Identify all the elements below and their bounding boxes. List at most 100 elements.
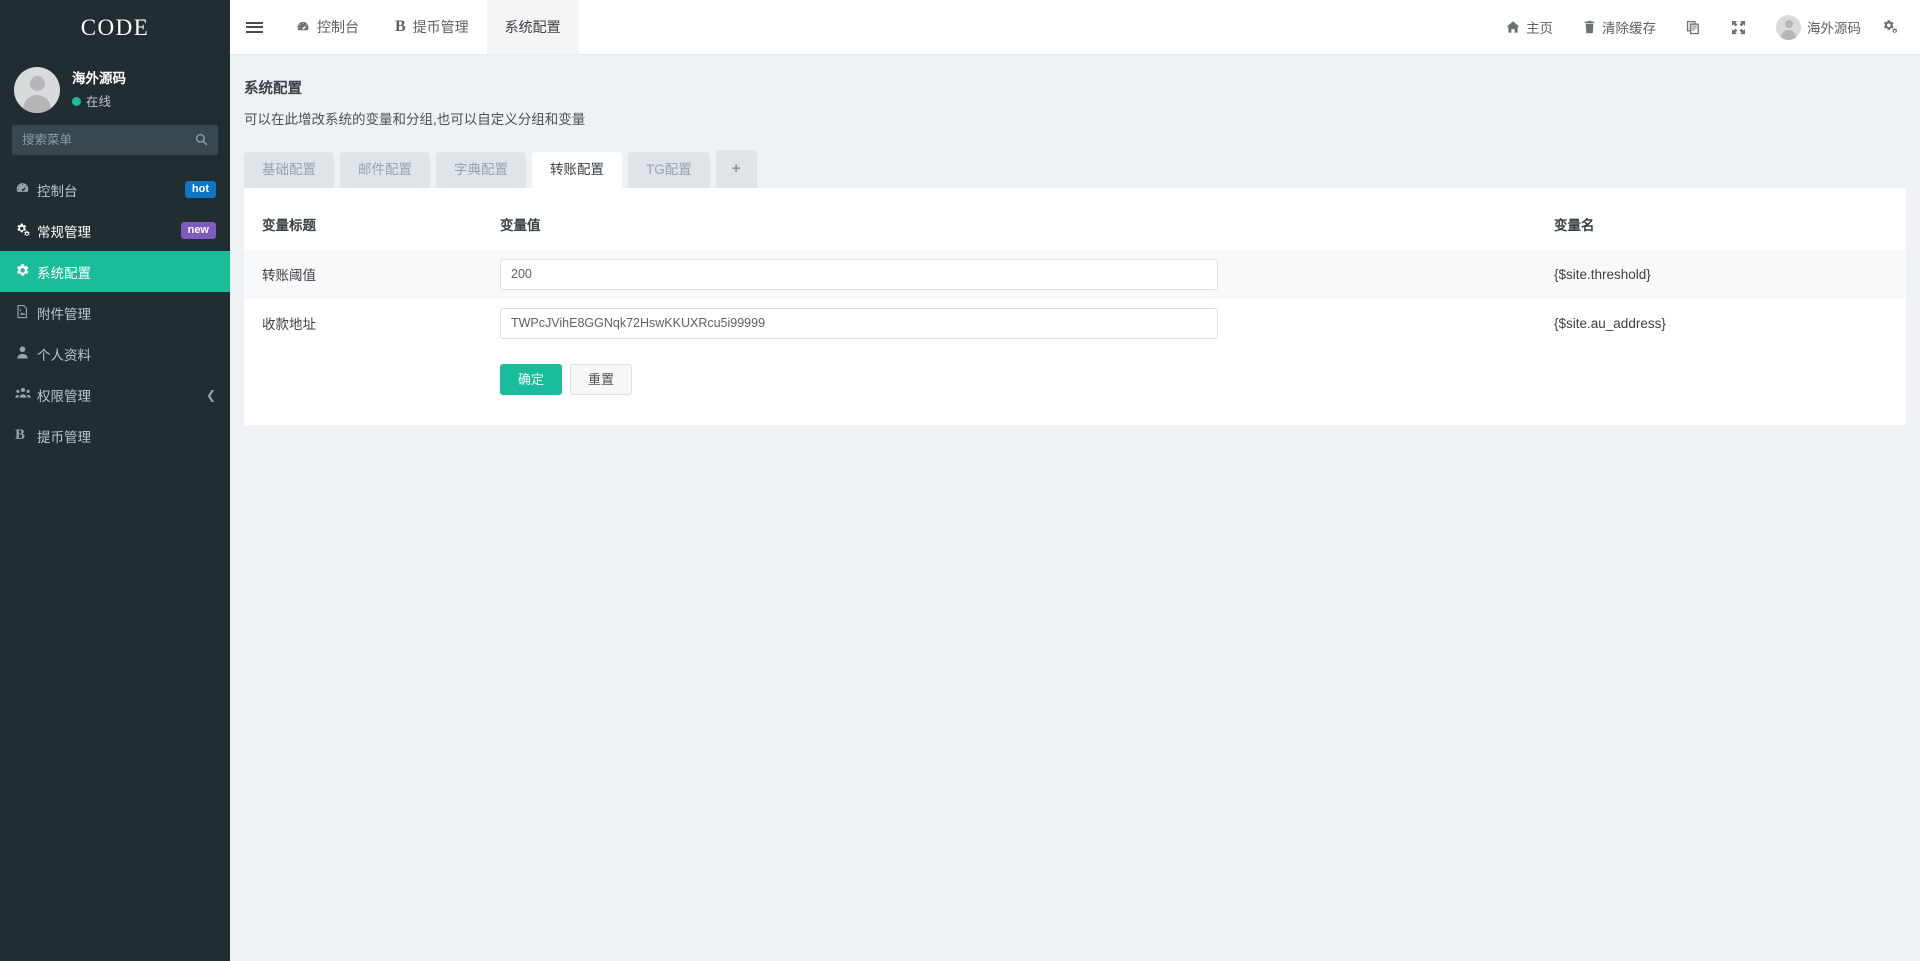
home-label: 主页	[1526, 21, 1553, 36]
row-label: 转账阈值	[262, 268, 316, 283]
user-icon	[15, 345, 37, 363]
tab-label: 系统配置	[504, 19, 561, 35]
sidebar-item-general[interactable]: 常规管理 new	[0, 210, 230, 251]
brand-title: CODE	[80, 14, 150, 40]
gears-icon	[1882, 19, 1898, 35]
user-meta: 海外源码 在线	[72, 69, 126, 111]
page-title: 系统配置	[244, 81, 302, 97]
dashboard-icon	[296, 20, 310, 34]
submit-button[interactable]: 确定	[500, 363, 563, 396]
fullscreen-button[interactable]	[1716, 0, 1761, 55]
reset-button[interactable]: 重置	[570, 363, 633, 396]
sidebar-item-profile[interactable]: 个人资料	[0, 333, 230, 374]
theme-switch-icon	[1686, 20, 1701, 35]
tab-label: 提币管理	[412, 19, 469, 35]
config-table: 变量标题 变量值 变量名 转账阈值 {$site.threshold}	[244, 188, 1906, 348]
fullscreen-icon	[1731, 20, 1746, 35]
sidebar-search	[0, 125, 230, 155]
config-tab-transfer[interactable]: 转账配置	[532, 151, 622, 188]
user-status: 在线	[72, 93, 126, 111]
sidebar-item-label: 附件管理	[37, 306, 91, 322]
page-header: 系统配置 可以在此增改系统的变量和分组,也可以自定义分组和变量	[230, 55, 1920, 128]
row-varname: {$site.au_address}	[1554, 315, 1666, 331]
tab-label: 控制台	[317, 19, 359, 35]
settings-button[interactable]	[1876, 0, 1908, 55]
brand-logo[interactable]: CODE	[0, 0, 230, 55]
sidebar-user-panel: 海外源码 在线	[0, 55, 230, 125]
search-input[interactable]	[22, 133, 195, 147]
dashboard-icon	[15, 181, 37, 199]
table-row: 收款地址 {$site.au_address}	[244, 299, 1906, 348]
content-area: 系统配置 可以在此增改系统的变量和分组,也可以自定义分组和变量 基础配置 邮件配…	[230, 55, 1920, 961]
user-status-label: 在线	[86, 94, 112, 109]
sidebar-item-label: 常规管理	[37, 224, 91, 240]
gear-icon	[15, 263, 37, 281]
sidebar-item-attachments[interactable]: 附件管理	[0, 292, 230, 333]
sidebar-item-permissions[interactable]: 权限管理 ❮	[0, 374, 230, 415]
table-head: 变量标题 变量值 变量名	[244, 188, 1906, 250]
chevron-left-icon[interactable]: ❮	[206, 388, 216, 402]
sidebar-item-label: 提币管理	[37, 429, 91, 445]
config-tab-mail[interactable]: 邮件配置	[340, 151, 430, 188]
topbar-tabs: 控制台 B 提币管理 系统配置	[278, 0, 579, 54]
table-header-row: 变量标题 变量值 变量名	[244, 188, 1906, 250]
col-header-title: 变量标题	[262, 217, 316, 233]
row-label: 收款地址	[262, 317, 316, 332]
avatar	[14, 67, 60, 113]
address-input[interactable]	[500, 307, 1218, 339]
sidebar-badge-hot: hot	[184, 180, 216, 199]
row-value-cell	[494, 299, 1546, 348]
sidebar-item-label: 权限管理	[37, 388, 91, 404]
clear-cache-label: 清除缓存	[1602, 21, 1656, 36]
sidebar-item-label: 系统配置	[37, 265, 91, 281]
online-dot-icon	[72, 97, 81, 107]
home-icon	[1506, 20, 1520, 34]
users-icon	[15, 386, 37, 404]
table-row: 转账阈值 {$site.threshold}	[244, 249, 1906, 299]
config-card: 变量标题 变量值 变量名 转账阈值 {$site.threshold}	[244, 187, 1906, 425]
search-box[interactable]	[12, 125, 218, 155]
hamburger-icon[interactable]	[230, 0, 278, 54]
config-tab-dict[interactable]: 字典配置	[436, 151, 526, 188]
user-name: 海外源码	[72, 71, 126, 87]
trash-icon	[1583, 20, 1596, 34]
tab-console[interactable]: 控制台	[278, 0, 377, 54]
topbar-right: 主页 清除缓存 海外源码	[1491, 0, 1920, 54]
sidebar-badge-new: new	[180, 221, 216, 240]
avatar	[1776, 14, 1801, 40]
search-icon[interactable]	[195, 133, 208, 148]
app-root: CODE 海外源码 在线 搜索菜单 控制台 hot 常规管理 new 系统配置 …	[0, 0, 1920, 961]
table-body: 转账阈值 {$site.threshold} 收款地址 {$site.au_	[244, 249, 1906, 348]
sidebar-item-withdraw[interactable]: B 提币管理	[0, 415, 230, 456]
home-button[interactable]: 主页	[1491, 0, 1568, 55]
add-config-tab-button[interactable]: +	[715, 150, 757, 188]
page-subtitle: 可以在此增改系统的变量和分组,也可以自定义分组和变量	[244, 112, 586, 127]
theme-switch-button[interactable]	[1671, 0, 1716, 55]
sidebar-item-console[interactable]: 控制台 hot	[0, 169, 230, 210]
col-header-value: 变量值	[500, 217, 541, 233]
row-varname: {$site.threshold}	[1554, 266, 1651, 282]
bitcoin-icon: B	[395, 18, 406, 35]
config-tabs: 基础配置 邮件配置 字典配置 转账配置 TG配置 +	[230, 128, 1920, 188]
col-header-name: 变量名	[1554, 217, 1595, 233]
sidebar-item-system-config[interactable]: 系统配置	[0, 251, 230, 292]
topbar: 控制台 B 提币管理 系统配置 主页 清除缓存 海外源码	[230, 0, 1920, 55]
account-name: 海外源码	[1807, 21, 1861, 36]
config-tab-tg[interactable]: TG配置	[628, 151, 710, 188]
bitcoin-icon: B	[15, 427, 26, 443]
file-image-icon	[15, 304, 37, 322]
clear-cache-button[interactable]: 清除缓存	[1568, 0, 1671, 55]
form-actions: 确定 重置	[244, 348, 1906, 418]
sidebar-menu: 控制台 hot 常规管理 new 系统配置 附件管理 个人资料 权限管理 ❮ B…	[0, 169, 230, 456]
threshold-input[interactable]	[500, 258, 1218, 290]
row-value-cell	[494, 250, 1546, 299]
cogs-icon	[15, 222, 37, 240]
config-tab-basic[interactable]: 基础配置	[244, 151, 334, 188]
account-menu[interactable]: 海外源码	[1761, 0, 1876, 55]
sidebar-item-label: 个人资料	[37, 347, 91, 363]
tab-withdraw[interactable]: B 提币管理	[377, 0, 487, 54]
tab-system-config[interactable]: 系统配置	[486, 0, 579, 54]
sidebar-item-label: 控制台	[37, 183, 78, 199]
main-area: 控制台 B 提币管理 系统配置 主页 清除缓存 海外源码 系统配置 可以在此增改…	[230, 0, 1920, 961]
